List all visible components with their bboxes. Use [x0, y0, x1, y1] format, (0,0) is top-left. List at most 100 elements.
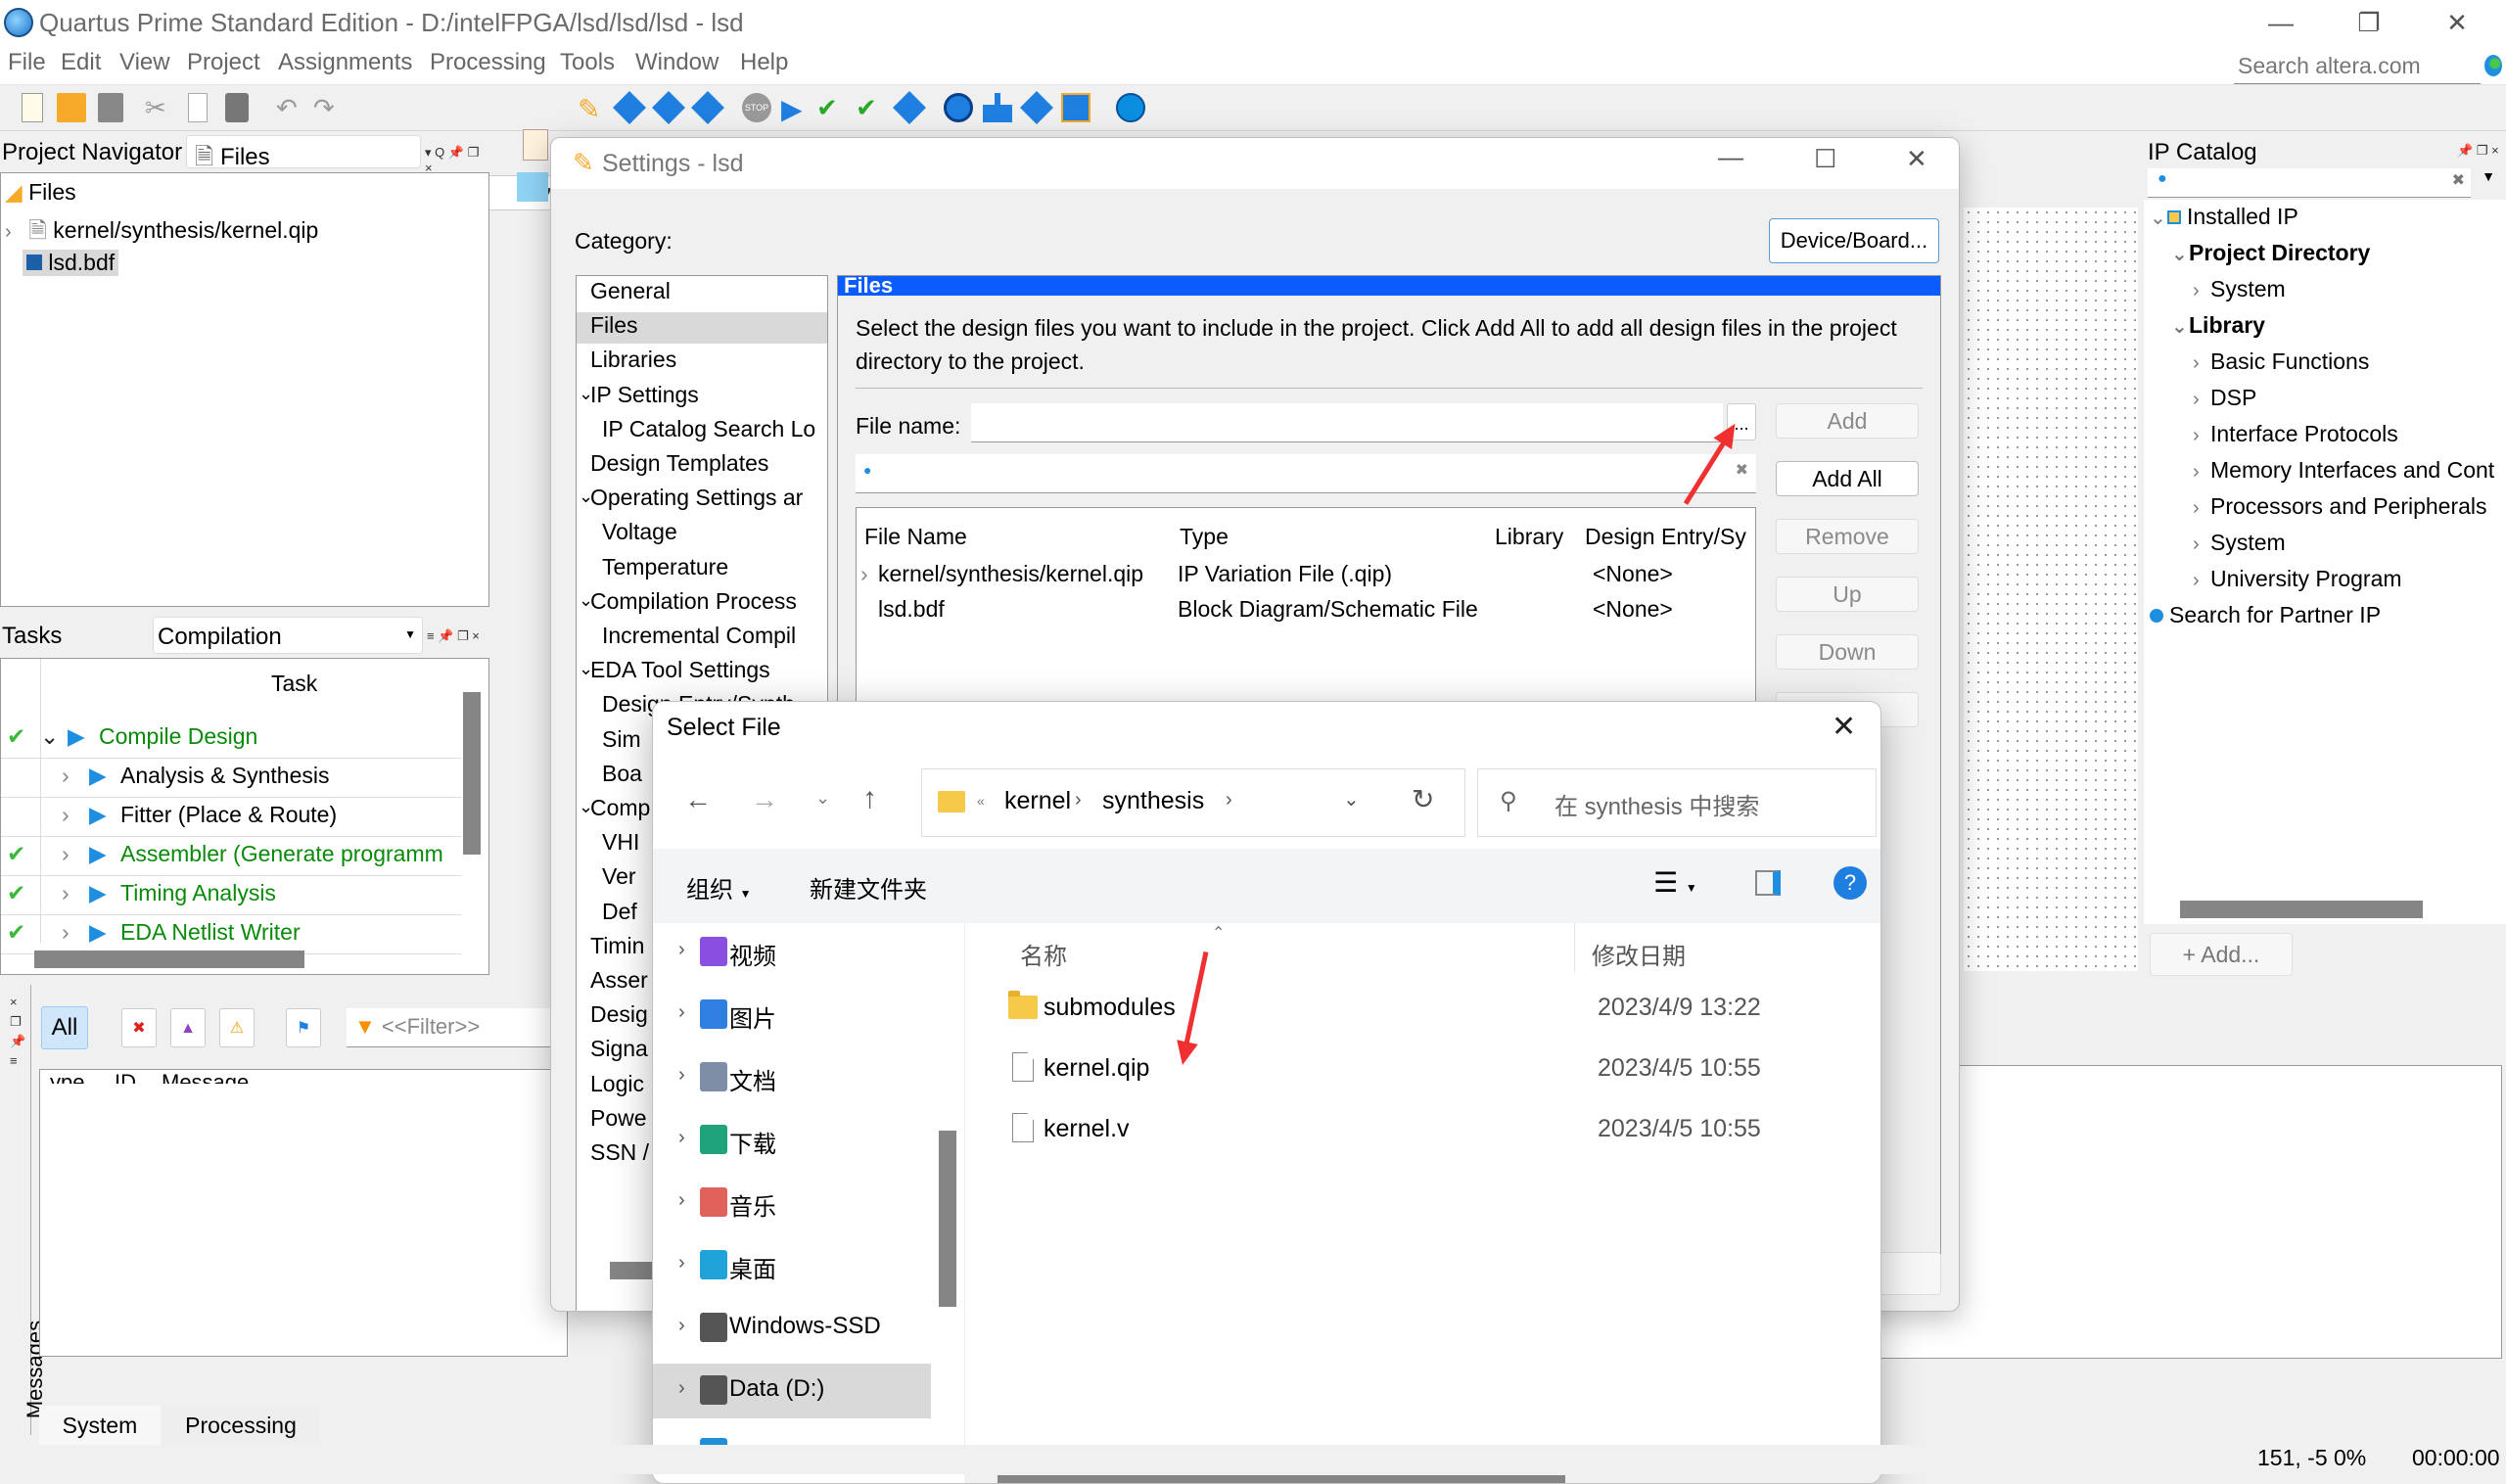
run-task-icon[interactable]: ▶	[68, 723, 85, 750]
run-task-icon[interactable]: ▶	[89, 841, 107, 867]
category-item[interactable]: Temperature	[602, 554, 827, 585]
undo-icon[interactable]: ↶	[276, 93, 305, 122]
device-board-button[interactable]: Device/Board...	[1769, 218, 1939, 263]
menu-view[interactable]: View	[119, 49, 170, 76]
run-task-icon[interactable]: ▶	[89, 880, 107, 906]
chevron-right-icon[interactable]: ›	[62, 763, 70, 789]
chevron-right-icon[interactable]: ›	[678, 1001, 685, 1024]
files-add-button[interactable]: Add	[1776, 403, 1919, 439]
critical-warning-filter-icon[interactable]: ▲	[170, 1008, 206, 1047]
run-task-icon[interactable]: ▶	[89, 763, 107, 789]
category-item[interactable]: Libraries	[577, 347, 827, 378]
tasks-vertical-scrollbar[interactable]	[463, 692, 481, 855]
category-item[interactable]: General	[577, 278, 827, 309]
start-analysis-icon[interactable]: ✔	[816, 93, 846, 122]
ip-tree-item[interactable]: › Processors and Peripherals	[2193, 493, 2487, 520]
filter-all-button[interactable]: All	[41, 1006, 88, 1049]
tasks-horizontal-scrollbar[interactable]	[34, 951, 304, 968]
column-design-entry[interactable]: Design Entry/Sy	[1585, 524, 1755, 550]
menu-processing[interactable]: Processing	[430, 49, 546, 76]
category-item[interactable]: Voltage	[602, 519, 827, 550]
chevron-right-icon[interactable]: ›	[2193, 497, 2210, 520]
files-root[interactable]: ◢ Files	[5, 179, 76, 206]
chevron-right-icon[interactable]: ›	[678, 1315, 685, 1337]
close-button[interactable]: ✕	[2428, 4, 2486, 41]
nav-item-pictures[interactable]: › 图片	[653, 988, 931, 1043]
nav-item-videos[interactable]: › 视频	[653, 925, 931, 980]
menu-tools[interactable]: Tools	[560, 49, 615, 76]
chevron-right-icon[interactable]: ›	[678, 1064, 685, 1087]
timequest-icon[interactable]	[944, 93, 973, 122]
ip-tree-item[interactable]: ⌄Project Directory	[2171, 240, 2370, 266]
search-folder-input[interactable]: ⚲ 在 synthesis 中搜索	[1477, 768, 1877, 837]
schematic-canvas[interactable]	[1964, 208, 2138, 971]
files-add-all-button[interactable]: Add All	[1776, 461, 1919, 496]
nav-item-music[interactable]: › 音乐	[653, 1176, 931, 1230]
view-options-icon[interactable]: ☰ ▼	[1653, 866, 1697, 899]
chevron-right-icon[interactable]: ›	[62, 802, 70, 828]
menu-file[interactable]: File	[8, 49, 46, 76]
ip-tree-item[interactable]: › System	[2193, 276, 2286, 302]
file-name-input[interactable]	[971, 403, 1723, 442]
chevron-right-icon[interactable]: ›	[678, 1252, 685, 1275]
chevron-right-icon[interactable]: ›	[62, 880, 70, 906]
category-item[interactable]: ⌄ IP Settings	[577, 382, 827, 413]
nav-item-drive[interactable]: › Windows-SSD	[653, 1301, 931, 1356]
chevron-right-icon[interactable]: ›	[2193, 352, 2210, 375]
file-filter-input[interactable]: ● ✖	[856, 454, 1756, 493]
chevron-right-icon[interactable]: ›	[62, 841, 70, 867]
navigator-item-lsd-bdf[interactable]: lsd.bdf	[23, 250, 119, 276]
chevron-down-icon[interactable]: ⌄	[2150, 206, 2167, 230]
preview-pane-icon[interactable]	[1755, 870, 1781, 896]
task-row[interactable]: ✔ › ▶ EDA Netlist Writer	[1, 915, 461, 954]
file-list-horizontal-scrollbar[interactable]	[998, 1475, 1565, 1483]
chevron-right-icon[interactable]: ›	[62, 919, 70, 946]
ip-tree-item[interactable]: › Basic Functions	[2193, 348, 2369, 375]
error-filter-icon[interactable]: ✖	[121, 1008, 157, 1047]
new-folder-button[interactable]: 新建文件夹	[810, 870, 927, 904]
refresh-icon[interactable]: ↻	[1412, 783, 1434, 815]
menu-help[interactable]: Help	[740, 49, 788, 76]
nav-pane-scrollbar[interactable]	[939, 1131, 956, 1307]
chevron-right-icon[interactable]: ›	[2193, 280, 2210, 302]
chevron-right-icon[interactable]: ›	[678, 1377, 685, 1400]
task-row[interactable]: ✔ › ▶ Assembler (Generate programm	[1, 837, 461, 876]
panel-controls[interactable]: × ❐ 📌 ≡	[10, 993, 25, 1071]
task-row[interactable]: › ▶ Analysis & Synthesis	[1, 759, 461, 798]
category-item[interactable]: ⌄ Operating Settings ar	[577, 485, 827, 516]
forward-button[interactable]: →	[751, 784, 778, 815]
tab-processing[interactable]: Processing	[162, 1406, 319, 1445]
recent-locations-button[interactable]: ⌄	[815, 788, 830, 809]
task-row[interactable]: › ▶ Fitter (Place & Route)	[1, 798, 461, 837]
restore-button[interactable]: ❐	[2340, 4, 2398, 41]
analysis-elaboration-icon[interactable]	[613, 91, 646, 124]
navigator-item-kernel-qip[interactable]: › 🗎 kernel/synthesis/kernel.qip	[5, 214, 318, 253]
pin-planner-icon[interactable]	[1061, 93, 1091, 122]
file-list-item[interactable]: submodules 2023/4/9 13:22	[965, 982, 1880, 1037]
files-down-button[interactable]: Down	[1776, 634, 1919, 670]
breadcrumb-kernel[interactable]: kernel	[1004, 787, 1071, 815]
ip-tree-item[interactable]: › University Program	[2193, 566, 2402, 592]
panel-controls[interactable]: ≡ 📌 ❐ ×	[427, 628, 480, 644]
chevron-down-icon[interactable]: ⌄	[2171, 242, 2189, 266]
block-diagram-icon[interactable]	[523, 129, 548, 161]
clear-icon[interactable]: ✖	[2452, 170, 2465, 190]
settings-close-button[interactable]: ✕	[1906, 144, 1927, 174]
up-button[interactable]: ↑	[862, 782, 877, 815]
chevron-down-icon[interactable]: ⌄	[40, 723, 59, 750]
select-file-close-button[interactable]: ✕	[1832, 710, 1856, 744]
organize-button[interactable]: 组织 ▼	[686, 870, 752, 904]
column-file-name[interactable]: File Name	[864, 524, 967, 550]
menu-assignments[interactable]: Assignments	[278, 49, 412, 76]
chevron-right-icon[interactable]: ›	[860, 561, 868, 587]
address-bar[interactable]: « kernel › synthesis › ⌄ ↻	[921, 768, 1465, 837]
files-remove-button[interactable]: Remove	[1776, 519, 1919, 554]
help-icon[interactable]: ?	[1833, 866, 1867, 900]
chevron-right-icon[interactable]: ›	[678, 939, 685, 961]
paste-icon[interactable]	[225, 93, 249, 122]
address-dropdown-icon[interactable]: ⌄	[1343, 787, 1360, 812]
task-column-header[interactable]: Task	[271, 671, 317, 697]
nav-item-desktop[interactable]: › 桌面	[653, 1238, 931, 1293]
new-file-icon[interactable]	[22, 93, 43, 122]
start-compilation-icon[interactable]: ▶	[781, 93, 811, 124]
